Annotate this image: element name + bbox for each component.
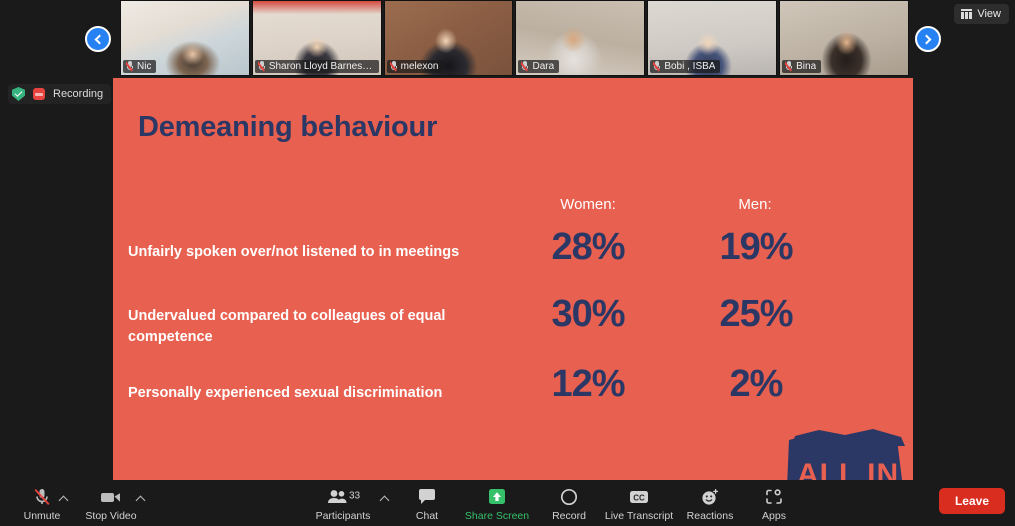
- chat-label: Chat: [415, 510, 439, 522]
- microphone-muted-icon: [389, 61, 398, 72]
- svg-text:ALL IN: ALL IN: [797, 458, 899, 480]
- video-tile[interactable]: melexon: [383, 0, 514, 76]
- record-button[interactable]: Record: [531, 486, 607, 522]
- chat-bubble-icon: [417, 486, 437, 508]
- participant-filmstrip: Nic Sharon Lloyd Barnes, ... melexon Dar…: [120, 0, 909, 76]
- chat-button[interactable]: Chat: [389, 486, 465, 522]
- reactions-label: Reactions: [686, 510, 734, 522]
- microphone-muted-icon: [32, 486, 52, 508]
- meeting-toolbar: Unmute Stop Video 33 Participants Chat S…: [0, 480, 1015, 526]
- row-label: Undervalued compared to colleagues of eq…: [128, 308, 446, 346]
- apps-icon: [764, 486, 784, 508]
- microphone-muted-icon: [257, 61, 266, 72]
- shared-screen-slide[interactable]: Demeaning behaviour Women: Men: Unfairly…: [113, 78, 913, 480]
- participants-label: Participants: [315, 510, 371, 522]
- chevron-left-icon: [94, 34, 105, 44]
- filmstrip-prev-button[interactable]: [85, 26, 111, 52]
- slide-title: Demeaning behaviour: [138, 111, 438, 143]
- unmute-button[interactable]: Unmute: [4, 486, 80, 522]
- share-screen-label: Share Screen: [464, 510, 530, 522]
- microphone-muted-icon: [521, 61, 529, 72]
- closed-caption-icon: CC: [627, 486, 651, 508]
- live-transcript-button[interactable]: CC Live Transcript: [601, 486, 677, 522]
- record-circle-icon: [559, 486, 579, 508]
- shield-check-icon: [12, 87, 25, 101]
- microphone-muted-icon: [785, 61, 793, 72]
- video-tile[interactable]: Bobi , ISBA: [647, 0, 778, 76]
- participant-name: Nic: [137, 61, 152, 72]
- row-label: Unfairly spoken over/not listened to in …: [128, 244, 460, 260]
- participants-icon: 33: [326, 486, 360, 508]
- video-tile[interactable]: Dara: [515, 0, 646, 76]
- reactions-smiley-icon: [700, 486, 720, 508]
- stat-value-men: 25%: [719, 293, 793, 335]
- stop-video-button[interactable]: Stop Video: [73, 486, 149, 522]
- participant-name-badge: Nic: [123, 60, 157, 73]
- apps-label: Apps: [762, 510, 786, 522]
- all-in-logo: ALL IN: [787, 429, 905, 480]
- participant-name: melexon: [400, 61, 439, 72]
- apps-button[interactable]: Apps: [736, 486, 812, 522]
- participant-name: Sharon Lloyd Barnes, ...: [268, 61, 374, 72]
- svg-text:CC: CC: [633, 493, 645, 502]
- participant-name: Dara: [532, 61, 555, 72]
- participant-name: Bobi , ISBA: [664, 61, 716, 72]
- participant-name-badge: Bina: [782, 60, 822, 73]
- share-screen-icon: [486, 486, 508, 508]
- participants-caret-icon[interactable]: [379, 495, 390, 506]
- stat-value-women: 28%: [551, 226, 625, 268]
- leave-button[interactable]: Leave: [938, 488, 1005, 514]
- video-tile[interactable]: Sharon Lloyd Barnes, ...: [251, 0, 382, 76]
- live-transcript-label: Live Transcript: [604, 510, 674, 522]
- video-tile[interactable]: Bina: [779, 0, 909, 76]
- column-header-women: Women:: [560, 196, 616, 213]
- participants-button[interactable]: 33 Participants: [305, 486, 381, 522]
- stat-value-men: 19%: [719, 226, 793, 268]
- stat-value-women: 12%: [551, 363, 625, 405]
- grid-icon: [961, 9, 973, 19]
- view-button-label: View: [977, 8, 1001, 20]
- microphone-muted-icon: [653, 61, 661, 72]
- stop-video-label: Stop Video: [85, 510, 137, 522]
- view-button[interactable]: View: [954, 4, 1009, 24]
- chevron-right-icon: [921, 34, 932, 44]
- zoom-meeting-window: View Nic Sharon Lloyd Barnes, ... melexo…: [0, 0, 1015, 526]
- share-screen-button[interactable]: Share Screen: [459, 486, 535, 522]
- participants-count: 33: [349, 491, 360, 502]
- participant-name-badge: Bobi , ISBA: [650, 60, 721, 73]
- participant-name-badge: melexon: [386, 60, 444, 73]
- participant-name-badge: Dara: [518, 60, 560, 73]
- status-indicators[interactable]: Recording: [8, 84, 112, 104]
- video-camera-icon: [99, 486, 123, 508]
- participant-name-badge: Sharon Lloyd Barnes, ...: [254, 60, 379, 73]
- video-tile[interactable]: Nic: [120, 0, 250, 76]
- column-header-men: Men:: [738, 196, 772, 213]
- unmute-label: Unmute: [23, 510, 61, 522]
- record-label: Record: [552, 510, 586, 522]
- stat-value-men: 2%: [729, 363, 784, 405]
- row-label: Personally experienced sexual discrimina…: [128, 385, 443, 401]
- recording-icon: [33, 88, 45, 100]
- recording-label: Recording: [53, 88, 104, 100]
- filmstrip-next-button[interactable]: [915, 26, 941, 52]
- stat-value-women: 30%: [551, 293, 625, 335]
- microphone-muted-icon: [126, 61, 134, 72]
- participant-name: Bina: [796, 61, 817, 72]
